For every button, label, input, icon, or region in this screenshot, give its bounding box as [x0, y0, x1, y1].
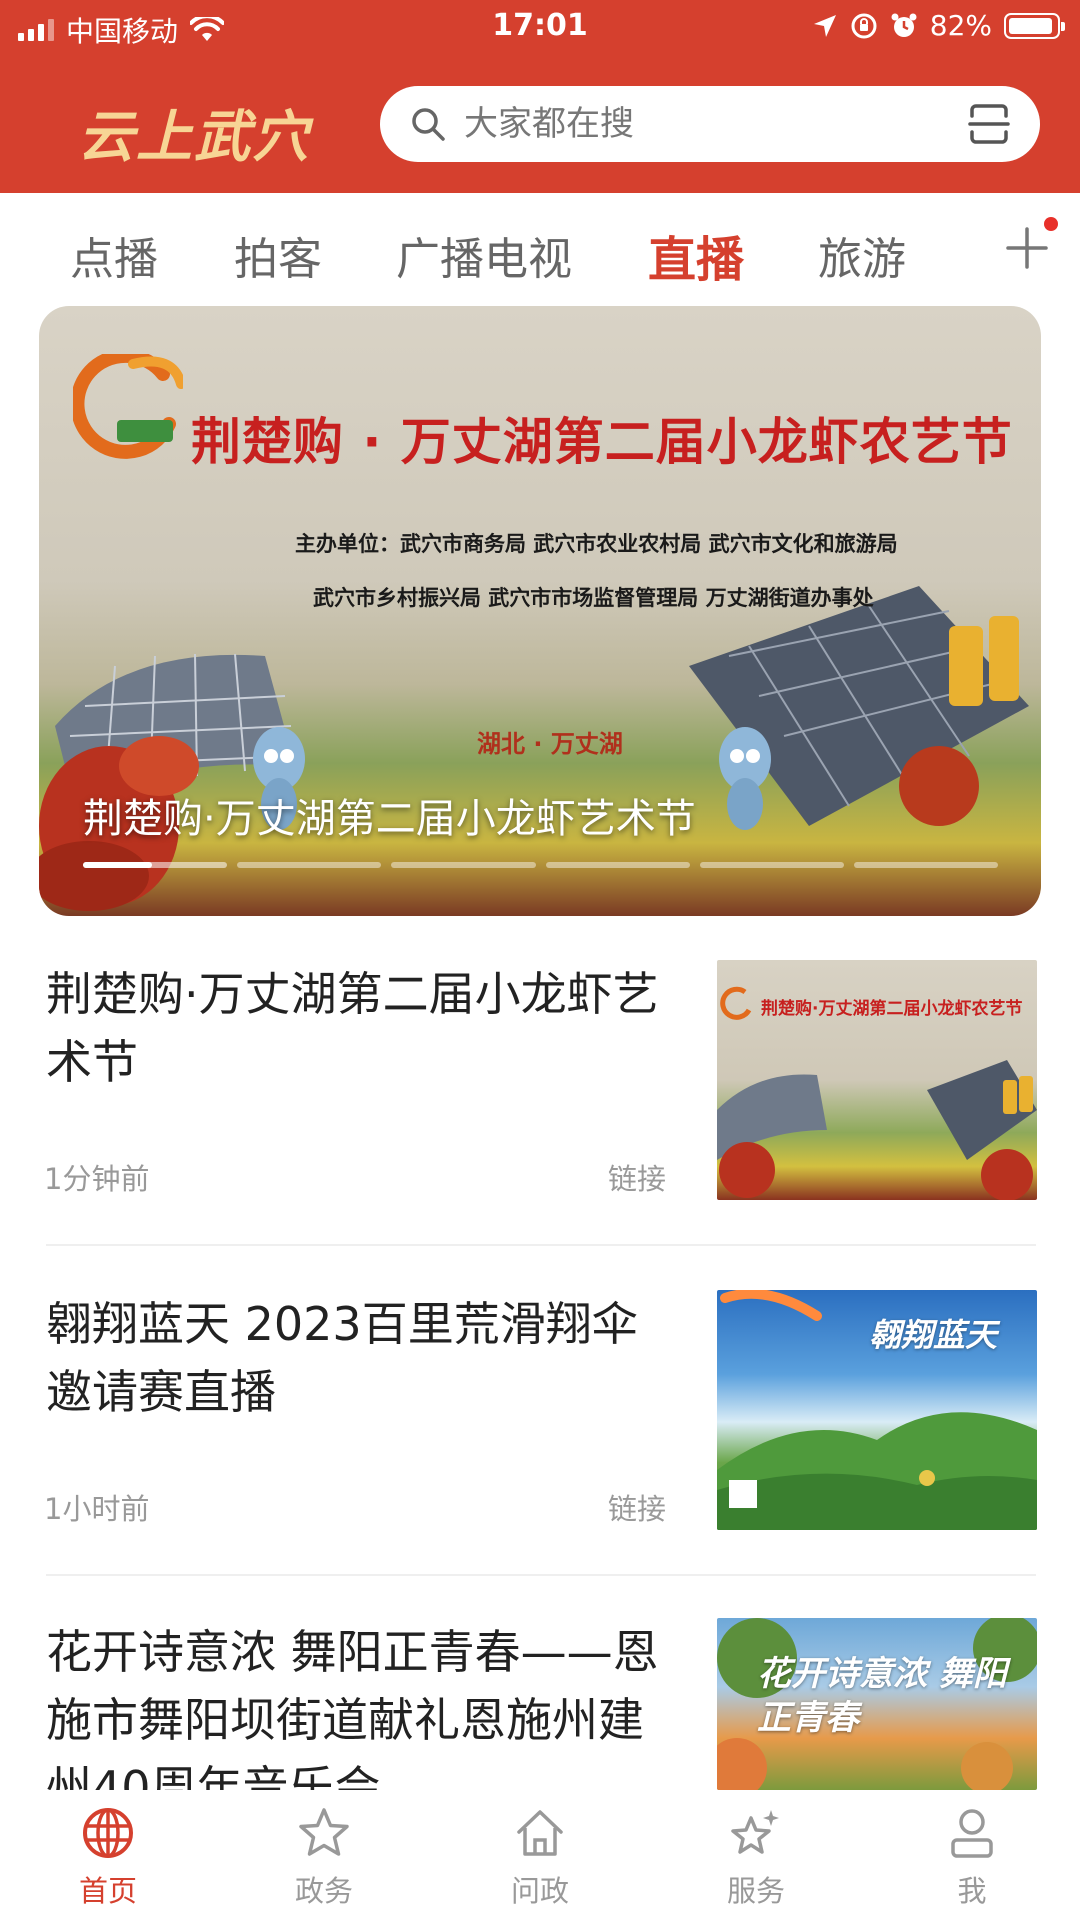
add-channel-icon[interactable]: [1002, 223, 1052, 273]
news-link-tag: 链接: [608, 1162, 667, 1196]
channel-tabs: 点播 拍客 广播电视 直播 旅游: [0, 193, 1080, 308]
scan-icon[interactable]: [968, 104, 1010, 144]
thumbnail-poster-title: 花开诗意浓 舞阳正青春: [757, 1654, 1007, 1738]
search-bar[interactable]: [380, 86, 1040, 162]
nav-label: 我: [957, 1874, 987, 1908]
banner-dot-active[interactable]: [83, 862, 228, 868]
person-icon: [951, 1809, 993, 1858]
news-thumbnail: 荆楚购·万丈湖第二届小龙虾农艺节: [717, 960, 1037, 1200]
nav-me[interactable]: 我: [902, 1806, 1042, 1910]
banner-location: 湖北 · 万丈湖: [477, 730, 623, 758]
battery-percent: 82%: [929, 9, 992, 42]
featured-banner[interactable]: 荆楚购 · 万丈湖第二届小龙虾农艺节 主办单位：武穴市商务局 武穴市农业农村局 …: [39, 306, 1041, 916]
nav-label: 政务: [294, 1874, 353, 1908]
search-input[interactable]: [464, 100, 944, 148]
jingchugou-logo: [73, 354, 183, 459]
notification-dot: [1044, 217, 1058, 231]
banner-mascot-right: [719, 727, 771, 830]
banner-caption: 荆楚购·万丈湖第二届小龙虾艺术节: [83, 796, 696, 842]
banner-dot[interactable]: [853, 862, 999, 868]
news-time: 1小时前: [44, 1492, 150, 1526]
thumbnail-poster-title: 翱翔蓝天: [869, 1316, 998, 1354]
tab-dianbo[interactable]: 点播: [70, 223, 158, 287]
nav-label: 服务: [726, 1874, 785, 1908]
nav-label: 问政: [510, 1874, 569, 1908]
home-icon: [517, 1810, 563, 1856]
banner-pagination: [83, 862, 999, 868]
nav-label: 首页: [78, 1874, 137, 1908]
news-title: 荆楚购·万丈湖第二届小龙虾艺术节: [46, 967, 659, 1089]
globe-icon: [83, 1808, 133, 1858]
banner-dot[interactable]: [545, 862, 690, 868]
banner-dot[interactable]: [237, 862, 382, 868]
news-title: 翱翔蓝天 2023百里荒滑翔伞邀请赛直播: [46, 1297, 638, 1419]
nav-services[interactable]: 服务: [686, 1806, 826, 1910]
bottom-nav: 首页 政务 问政 服务 我: [0, 1790, 1080, 1920]
nav-inquiry[interactable]: 问政: [470, 1806, 610, 1910]
alarm-icon: [891, 13, 917, 37]
banner-organizers-line1: 主办单位：武穴市商务局 武穴市农业农村局 武穴市文化和旅游局: [295, 532, 898, 556]
list-divider: [46, 1574, 1036, 1576]
sparkle-star-icon: [731, 1810, 779, 1854]
list-divider: [46, 1244, 1036, 1246]
news-link-tag: 链接: [608, 1492, 667, 1526]
tab-live[interactable]: 直播: [648, 220, 744, 290]
nav-home[interactable]: 首页: [38, 1806, 178, 1910]
tab-paike[interactable]: 拍客: [234, 223, 322, 287]
banner-dot[interactable]: [699, 862, 844, 868]
news-thumbnail: 翱翔蓝天: [717, 1290, 1037, 1530]
banner-organizers-line2: 武穴市乡村振兴局 武穴市市场监督管理局 万丈湖街道办事处: [313, 586, 874, 610]
news-thumbnail: 花开诗意浓 舞阳正青春: [717, 1618, 1037, 1790]
star-icon: [299, 1808, 349, 1856]
app-header: 中国移动 17:01 82% 云上武穴: [0, 0, 1080, 193]
search-icon: [412, 108, 445, 141]
tab-broadcast-tv[interactable]: 广播电视: [396, 223, 572, 287]
thumbnail-poster-title: 荆楚购·万丈湖第二届小龙虾农艺节: [761, 999, 1023, 1019]
tab-travel[interactable]: 旅游: [818, 223, 906, 287]
banner-dot[interactable]: [391, 862, 536, 868]
battery-icon: [1004, 12, 1065, 39]
app-logo[interactable]: 云上武穴: [78, 92, 310, 173]
banner-poster-title: 荆楚购 · 万丈湖第二届小龙虾农艺节: [191, 413, 1013, 471]
orientation-lock-icon: [851, 13, 877, 38]
news-title: 花开诗意浓 舞阳正青春——恩施市舞阳坝街道献礼恩施州建州40周年音乐会: [46, 1625, 659, 1790]
news-time: 1分钟前: [44, 1162, 150, 1196]
status-bar: 中国移动 17:01 82%: [0, 0, 1080, 56]
nav-government[interactable]: 政务: [254, 1806, 394, 1910]
location-arrow-icon: [813, 14, 836, 37]
